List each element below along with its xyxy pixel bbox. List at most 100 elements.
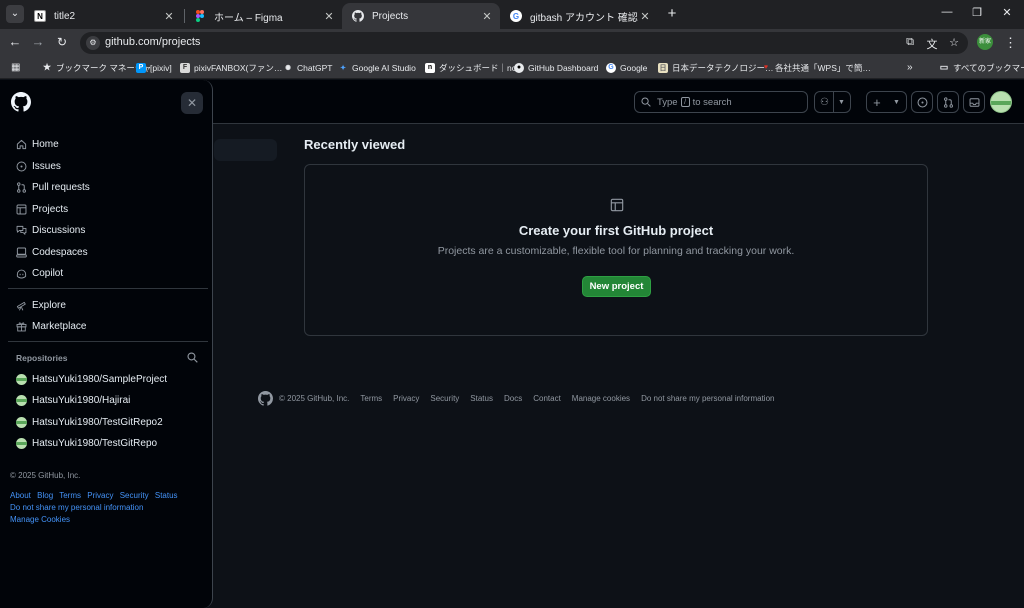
address-bar[interactable]: ⚙ github.com/projects ⧉ 文 ☆: [80, 32, 968, 54]
nav-divider: [8, 288, 208, 289]
close-tab-icon[interactable]: ✕: [322, 10, 336, 23]
inbox-button[interactable]: [963, 91, 985, 113]
nav-item-pull-requests[interactable]: Pull requests: [16, 178, 90, 196]
github-logo-icon[interactable]: [258, 390, 273, 406]
side-nav-selected-item[interactable]: [214, 139, 277, 161]
install-app-icon[interactable]: ⧉: [903, 36, 917, 49]
repo-owner-avatar: [16, 373, 27, 385]
ai-studio-icon: ✦: [340, 64, 346, 72]
translate-icon[interactable]: 文: [925, 36, 939, 52]
nav-item-issues[interactable]: Issues: [16, 157, 61, 175]
footer-link-terms[interactable]: Terms: [360, 394, 382, 403]
repo-item[interactable]: HatsuYuki1980/Hajirai: [16, 392, 130, 408]
tab-projects[interactable]: Projects ✕: [342, 3, 500, 29]
repositories-heading: Repositories: [16, 353, 68, 363]
drawer-link-manage-cookies[interactable]: Manage Cookies: [10, 515, 70, 524]
nav-item-codespaces[interactable]: Codespaces: [16, 243, 88, 261]
forward-icon[interactable]: →: [30, 34, 46, 50]
copilot-menu-button[interactable]: ⚇ ▼: [814, 91, 851, 113]
tab-search-button[interactable]: ⌄: [6, 5, 24, 23]
nav-item-explore[interactable]: Explore: [16, 296, 66, 314]
close-tab-icon[interactable]: ✕: [162, 10, 176, 23]
github-logo-icon[interactable]: [11, 92, 31, 112]
blankslate-description: Projects are a customizable, flexible to…: [437, 245, 795, 257]
nav-divider: [8, 341, 208, 342]
bookmark-manager[interactable]: ★ ブックマーク マネージャ: [42, 60, 151, 75]
pixiv-icon: P: [136, 62, 146, 73]
bookmark-pixiv[interactable]: P [pixiv]: [136, 60, 172, 75]
bookmark-jdt[interactable]: 日 日本データテクノロジー…: [658, 60, 774, 75]
chevron-down-icon: ▼: [892, 98, 900, 106]
drawer-link-privacy[interactable]: Privacy: [87, 491, 113, 500]
drawer-link-terms[interactable]: Terms: [59, 491, 81, 500]
wps-icon: ♥: [763, 64, 769, 71]
footer-link-contact[interactable]: Contact: [533, 394, 561, 403]
footer-link-status[interactable]: Status: [470, 394, 493, 403]
close-tab-icon[interactable]: ✕: [638, 10, 652, 23]
drawer-link-status[interactable]: Status: [155, 491, 178, 500]
repo-name: HatsuYuki1980/TestGitRepo2: [32, 416, 163, 428]
bookmark-note[interactable]: n ダッシュボード｜note: [425, 60, 524, 75]
search-icon: [641, 97, 651, 107]
close-drawer-button[interactable]: ✕: [181, 92, 203, 114]
footer-link-docs[interactable]: Docs: [504, 394, 522, 403]
nav-label: Codespaces: [32, 246, 88, 258]
issues-button[interactable]: [911, 91, 933, 113]
blankslate: Create your first GitHub project Project…: [304, 164, 928, 336]
tab-title2[interactable]: N title2 ✕: [24, 3, 182, 29]
new-project-button[interactable]: New project: [582, 276, 651, 297]
footer-link-do-not-share[interactable]: Do not share my personal information: [641, 394, 774, 403]
bookmark-label: すべてのブックマーク: [953, 62, 1024, 73]
nav-label: Issues: [32, 160, 61, 172]
bookmark-fanbox[interactable]: F pixivFANBOX(ファン…: [180, 60, 282, 75]
minimize-icon[interactable]: —: [940, 6, 954, 18]
bookmark-wps[interactable]: ♥ 各社共通「WPS」で簡…: [761, 60, 871, 75]
nav-item-discussions[interactable]: Discussions: [16, 221, 85, 239]
window-close-icon[interactable]: ✕: [1000, 6, 1014, 19]
repo-item[interactable]: HatsuYuki1980/TestGitRepo2: [16, 414, 163, 430]
bookmark-star-icon[interactable]: ☆: [947, 36, 961, 49]
search-input[interactable]: Type / to search: [634, 91, 808, 113]
search-icon[interactable]: [187, 352, 198, 363]
more-bookmarks-icon[interactable]: »: [907, 60, 913, 75]
repo-owner-avatar: [16, 416, 27, 428]
reload-icon[interactable]: ↻: [54, 34, 70, 50]
site-info-icon[interactable]: ⚙: [86, 36, 100, 50]
bookmark-ai-studio[interactable]: ✦ Google AI Studio: [338, 60, 416, 75]
pull-requests-button[interactable]: [937, 91, 959, 113]
footer-copyright: © 2025 GitHub, Inc.: [279, 393, 350, 403]
drawer-link-blog[interactable]: Blog: [37, 491, 53, 500]
drawer-link-security[interactable]: Security: [120, 491, 149, 500]
profile-avatar[interactable]: 新家: [977, 34, 993, 50]
nav-item-projects[interactable]: Projects: [16, 200, 68, 218]
bookmark-chatgpt[interactable]: ✺ ChatGPT: [283, 60, 332, 75]
create-new-button[interactable]: + ▼: [866, 91, 907, 113]
drawer-link-about[interactable]: About: [10, 491, 31, 500]
nav-item-copilot[interactable]: Copilot: [16, 264, 63, 282]
git-pull-request-icon: [17, 181, 26, 193]
footer-link-manage-cookies[interactable]: Manage cookies: [572, 394, 630, 403]
button-divider: [833, 92, 835, 112]
apps-icon[interactable]: ▦: [11, 60, 21, 75]
repo-item[interactable]: HatsuYuki1980/SampleProject: [16, 371, 167, 387]
drawer-footer-links: About Blog Terms Privacy Security Status…: [10, 490, 205, 526]
nav-item-home[interactable]: Home: [16, 135, 59, 153]
restore-icon[interactable]: ❐: [970, 6, 984, 19]
footer-link-security[interactable]: Security: [430, 394, 459, 403]
all-bookmarks[interactable]: ▭ すべてのブックマーク: [939, 60, 1024, 75]
back-icon[interactable]: ←: [7, 34, 23, 50]
nav-item-marketplace[interactable]: Marketplace: [16, 317, 86, 335]
close-tab-icon[interactable]: ✕: [480, 10, 494, 23]
nav-label: Copilot: [32, 267, 64, 279]
tab-figma[interactable]: ホーム – Figma ✕: [184, 3, 342, 29]
browser-menu-icon[interactable]: ⋮: [1004, 35, 1017, 51]
url-text[interactable]: github.com/projects: [105, 36, 200, 48]
bookmark-github-dashboard[interactable]: ● GitHub Dashboard: [514, 60, 598, 75]
repo-item[interactable]: HatsuYuki1980/TestGitRepo: [16, 435, 157, 451]
new-tab-button[interactable]: +: [664, 6, 680, 22]
tab-google[interactable]: G gitbash アカウント 確認 - Google ✕: [500, 3, 658, 29]
drawer-link-do-not-share[interactable]: Do not share my personal information: [10, 503, 143, 512]
user-avatar[interactable]: [990, 91, 1012, 113]
bookmark-google[interactable]: G Google: [606, 60, 647, 75]
footer-link-privacy[interactable]: Privacy: [393, 394, 419, 403]
